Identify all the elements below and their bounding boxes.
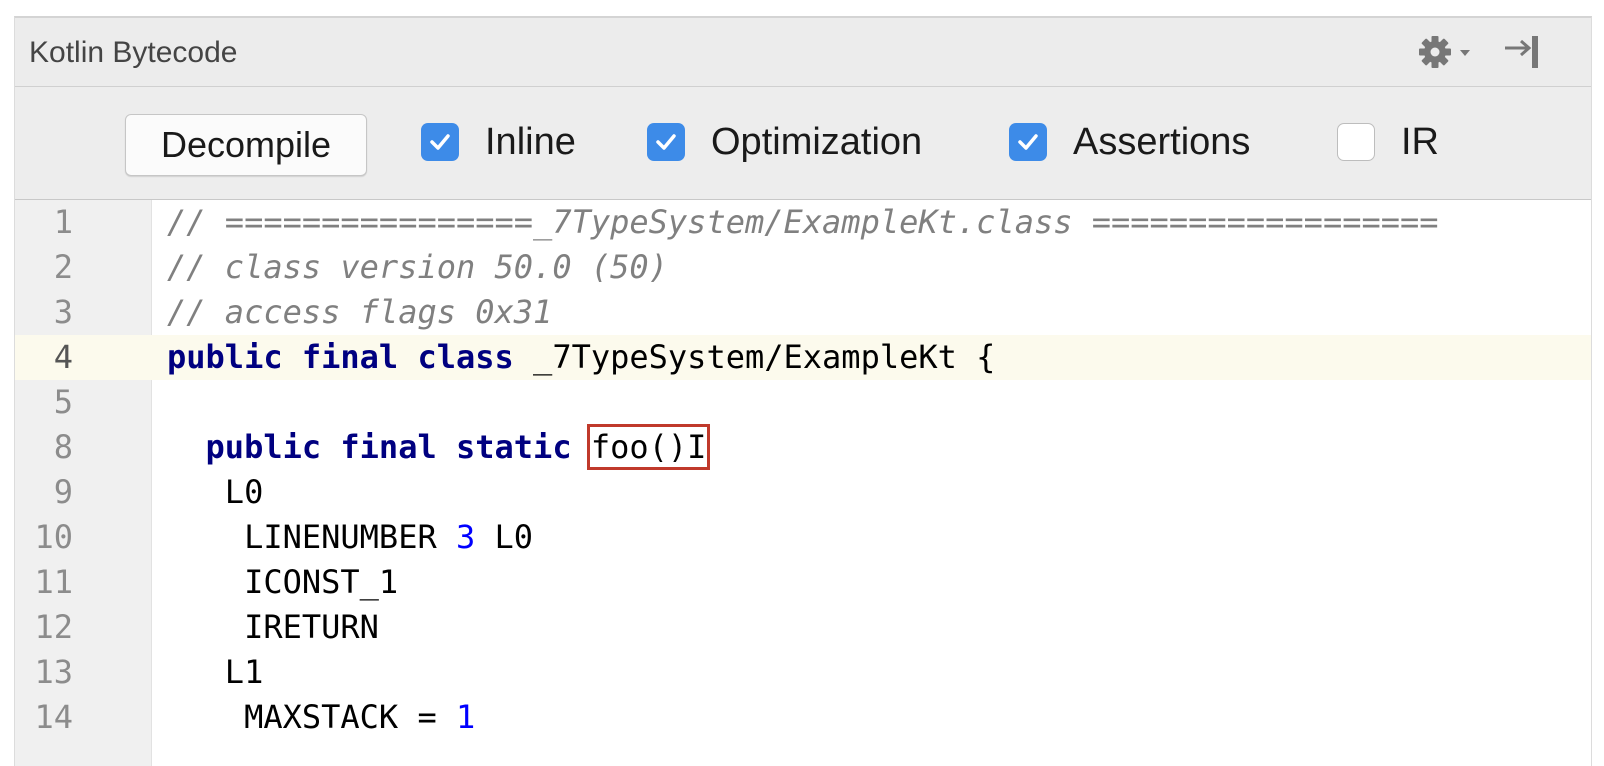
code-line[interactable]: 8 public final static foo()I xyxy=(15,424,1591,470)
code-token: final xyxy=(301,338,399,376)
code-text: L0 xyxy=(167,470,264,515)
line-number: 10 xyxy=(34,518,73,556)
inline-label: Inline xyxy=(485,120,576,163)
code-text: public final static foo()I xyxy=(167,424,711,470)
code-token: L0 xyxy=(475,518,534,556)
line-number: 12 xyxy=(34,608,73,646)
panel-header: Kotlin Bytecode xyxy=(15,18,1591,87)
code-text: MAXSTACK = 1 xyxy=(167,695,475,740)
line-number: 5 xyxy=(53,383,73,421)
code-text: LINENUMBER 3 L0 xyxy=(167,515,533,560)
line-number: 3 xyxy=(53,293,73,331)
checkmark-icon xyxy=(1018,134,1038,150)
code-token: _7TypeSystem/ExampleKt { xyxy=(513,338,996,376)
code-token: 1 xyxy=(455,698,476,736)
code-line[interactable]: 14 MAXSTACK = 1 xyxy=(15,695,1591,740)
checkmark-icon xyxy=(430,134,450,150)
code-text: // access flags 0x31 xyxy=(167,290,552,335)
bytecode-toolbar: Decompile Inline Optimization Assertions… xyxy=(15,87,1591,200)
optimization-option[interactable]: Optimization xyxy=(647,117,922,167)
code-line[interactable]: 1 // ================_7TypeSystem/Example… xyxy=(15,200,1591,245)
code-line[interactable]: 9 L0 xyxy=(15,470,1591,515)
code-text: IRETURN xyxy=(167,605,379,650)
code-token: 3 xyxy=(455,518,476,556)
ir-option[interactable]: IR xyxy=(1337,117,1439,167)
line-number: 9 xyxy=(53,473,73,511)
bytecode-editor[interactable]: 1 // ================_7TypeSystem/Example… xyxy=(15,200,1591,766)
code-line[interactable]: 10 LINENUMBER 3 L0 xyxy=(15,515,1591,560)
inline-option[interactable]: Inline xyxy=(421,117,576,167)
line-number: 14 xyxy=(34,698,73,736)
code-token: IRETURN xyxy=(167,608,379,646)
code-token: class xyxy=(417,338,514,376)
line-number: 11 xyxy=(34,563,73,601)
optimization-label: Optimization xyxy=(711,120,923,163)
checkmark-icon xyxy=(656,134,676,150)
optimization-checkbox[interactable] xyxy=(647,123,685,161)
code-text: ICONST_1 xyxy=(167,560,398,605)
code-token: static xyxy=(455,428,572,466)
line-number: 1 xyxy=(53,203,73,241)
hide-panel-icon[interactable] xyxy=(1501,32,1545,72)
code-text: L1 xyxy=(167,650,264,695)
code-token: ICONST_1 xyxy=(167,563,399,601)
code-line[interactable]: 3 // access flags 0x31 xyxy=(15,290,1591,335)
code-text: public final class _7TypeSystem/ExampleK… xyxy=(167,335,995,380)
inline-checkbox[interactable] xyxy=(421,123,459,161)
code-token: L0 xyxy=(167,473,264,511)
line-number: 8 xyxy=(53,428,73,466)
assertions-option[interactable]: Assertions xyxy=(1009,117,1250,167)
highlighted-method-signature: foo()I xyxy=(586,424,711,470)
code-token: // class version 50.0 (50) xyxy=(167,248,668,286)
code-token: final xyxy=(340,428,437,466)
code-token: // access flags 0x31 xyxy=(167,293,553,331)
line-number: 4 xyxy=(53,338,73,376)
code-token: public xyxy=(167,338,283,376)
code-line[interactable]: 4 public final class _7TypeSystem/Example… xyxy=(15,335,1591,380)
code-text: // class version 50.0 (50) xyxy=(167,245,668,290)
gear-icon[interactable] xyxy=(1415,32,1475,72)
panel-title: Kotlin Bytecode xyxy=(29,36,238,69)
line-number: 13 xyxy=(34,653,73,691)
ir-checkbox[interactable] xyxy=(1337,123,1375,161)
line-number: 2 xyxy=(53,248,73,286)
code-text: // ================_7TypeSystem/ExampleK… xyxy=(167,200,1439,245)
code-token: LINENUMBER xyxy=(167,518,456,556)
code-token: // ================_7TypeSystem/ExampleK… xyxy=(167,203,1439,241)
code-line[interactable]: 13 L1 xyxy=(15,650,1591,695)
code-line[interactable]: 5 xyxy=(15,380,1591,425)
code-token: MAXSTACK = xyxy=(167,698,456,736)
assertions-label: Assertions xyxy=(1073,120,1251,163)
decompile-button[interactable]: Decompile xyxy=(125,114,367,176)
code-line[interactable]: 11 ICONST_1 xyxy=(15,560,1591,605)
code-token: L1 xyxy=(167,653,264,691)
chevron-down-icon xyxy=(1460,50,1470,56)
code-line[interactable]: 12 IRETURN xyxy=(15,605,1591,650)
ir-label: IR xyxy=(1401,120,1439,163)
code-token: public xyxy=(205,428,322,466)
code-line[interactable]: 2 // class version 50.0 (50) xyxy=(15,245,1591,290)
assertions-checkbox[interactable] xyxy=(1009,123,1047,161)
kotlin-bytecode-panel: Kotlin Bytecode Decompile Inline Optimiz… xyxy=(14,16,1592,766)
